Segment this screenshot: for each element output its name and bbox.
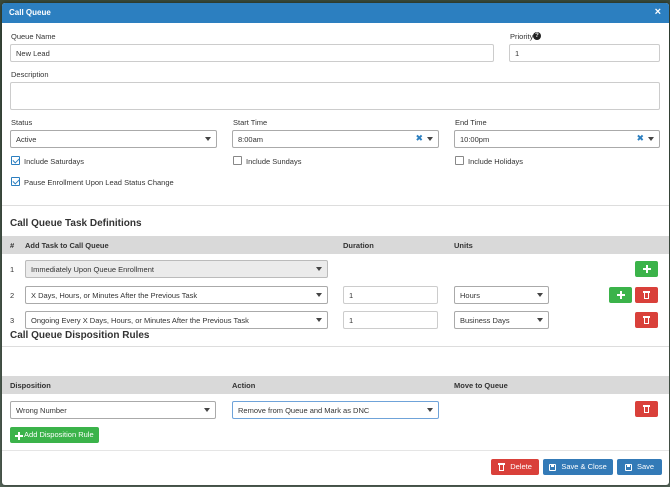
save-close-button[interactable]: Save & Close: [543, 459, 613, 475]
chevron-down-icon: [316, 293, 322, 297]
modal-title: Call Queue: [9, 8, 51, 17]
delete-task-button[interactable]: [635, 312, 658, 328]
pause-enrollment-checkbox[interactable]: [11, 177, 20, 186]
plus-icon: [15, 431, 24, 440]
priority-input[interactable]: 1: [509, 44, 660, 62]
close-icon[interactable]: ×: [655, 6, 661, 18]
disposition-select[interactable]: Wrong Number: [10, 401, 216, 419]
save-icon: [624, 463, 632, 471]
task-row-num: 2: [10, 291, 15, 300]
queue-name-input[interactable]: New Lead: [10, 44, 494, 62]
start-time-value: 8:00am: [238, 135, 264, 144]
include-holidays-label: Include Holidays: [468, 157, 524, 166]
status-value: Active: [16, 135, 37, 144]
task-table-header: # Add Task to Call Queue Duration Units: [2, 236, 669, 254]
units-select[interactable]: Business Days: [454, 311, 549, 329]
duration-input[interactable]: 1: [343, 311, 438, 329]
col-num: #: [10, 241, 15, 250]
col-disposition: Disposition: [10, 381, 51, 390]
trash-icon: [643, 405, 650, 414]
chevron-down-icon: [427, 408, 433, 412]
chevron-down-icon: [205, 137, 211, 141]
units-select-value: Hours: [460, 291, 481, 300]
units-select-value: Business Days: [460, 316, 510, 325]
action-select-value: Remove from Queue and Mark as DNC: [238, 406, 370, 415]
col-task: Add Task to Call Queue: [25, 241, 109, 250]
col-action: Action: [232, 381, 256, 390]
add-disposition-rule-label: Add Disposition Rule: [24, 430, 94, 439]
delete-task-button[interactable]: [635, 287, 658, 303]
add-task-button[interactable]: [635, 261, 658, 277]
save-button[interactable]: Save: [617, 459, 662, 475]
trash-icon: [643, 316, 650, 325]
delete-button[interactable]: Delete: [491, 459, 539, 475]
disposition-rules-title: Call Queue Disposition Rules: [10, 330, 150, 341]
task-select-value: Ongoing Every X Days, Hours, or Minutes …: [31, 316, 249, 325]
units-select[interactable]: Hours: [454, 286, 549, 304]
col-units: Units: [454, 241, 473, 250]
end-time-label: End Time: [455, 118, 487, 127]
include-sundays-checkbox[interactable]: [233, 156, 242, 165]
save-icon: [549, 463, 557, 471]
section-divider: [2, 346, 669, 347]
start-time-label: Start Time: [233, 118, 268, 127]
modal-header: Call Queue ×: [2, 3, 669, 23]
priority-label: Priority: [510, 32, 534, 41]
include-saturdays-label: Include Saturdays: [24, 157, 85, 166]
action-select[interactable]: Remove from Queue and Mark as DNC: [232, 401, 439, 419]
pause-enrollment-label: Pause Enrollment Upon Lead Status Change: [24, 178, 174, 187]
start-time-select[interactable]: 8:00am ✖: [232, 130, 439, 148]
include-sundays-label: Include Sundays: [246, 157, 302, 166]
include-holidays-checkbox[interactable]: [455, 156, 464, 165]
status-select[interactable]: Active: [10, 130, 217, 148]
chevron-down-icon: [204, 408, 210, 412]
task-select[interactable]: Immediately Upon Queue Enrollment: [25, 260, 328, 278]
help-icon[interactable]: ?: [533, 32, 541, 40]
task-row-num: 1: [10, 265, 15, 274]
call-queue-modal: Call Queue × Queue Name New Lead Priorit…: [2, 3, 669, 485]
task-select-value: Immediately Upon Queue Enrollment: [31, 265, 154, 274]
task-select-value: X Days, Hours, or Minutes After the Prev…: [31, 291, 198, 300]
end-time-value: 10:00pm: [460, 135, 490, 144]
disposition-table-header: Disposition Action Move to Queue: [2, 376, 669, 394]
chevron-down-icon: [537, 318, 543, 322]
task-select[interactable]: X Days, Hours, or Minutes After the Prev…: [25, 286, 328, 304]
add-disposition-rule-button[interactable]: Add Disposition Rule: [10, 427, 99, 443]
delete-label: Delete: [510, 462, 532, 471]
section-divider: [2, 205, 669, 206]
chevron-down-icon: [537, 293, 543, 297]
col-duration: Duration: [343, 241, 374, 250]
duration-input[interactable]: 1: [343, 286, 438, 304]
disposition-select-value: Wrong Number: [16, 406, 67, 415]
chevron-down-icon: [648, 137, 654, 141]
description-label: Description: [11, 70, 49, 79]
task-select[interactable]: Ongoing Every X Days, Hours, or Minutes …: [25, 311, 328, 329]
description-textarea[interactable]: [10, 82, 660, 110]
trash-icon: [643, 291, 650, 300]
save-close-label: Save & Close: [561, 462, 607, 471]
chevron-down-icon: [316, 318, 322, 322]
include-saturdays-checkbox[interactable]: [11, 156, 20, 165]
chevron-down-icon: [316, 267, 322, 271]
clear-icon[interactable]: ✖: [415, 133, 423, 144]
add-task-button[interactable]: [609, 287, 632, 303]
status-label: Status: [11, 118, 33, 127]
trash-icon: [498, 463, 506, 472]
col-move-to-queue: Move to Queue: [454, 381, 508, 390]
delete-rule-button[interactable]: [635, 401, 658, 417]
chevron-down-icon: [427, 137, 433, 141]
plus-icon: [616, 291, 625, 300]
queue-name-label: Queue Name: [11, 32, 56, 41]
task-definitions-title: Call Queue Task Definitions: [10, 218, 142, 229]
footer-divider: [2, 450, 669, 451]
end-time-select[interactable]: 10:00pm ✖: [454, 130, 660, 148]
task-row-num: 3: [10, 316, 15, 325]
clear-icon[interactable]: ✖: [636, 133, 644, 144]
save-label: Save: [636, 462, 655, 471]
plus-icon: [642, 265, 651, 274]
